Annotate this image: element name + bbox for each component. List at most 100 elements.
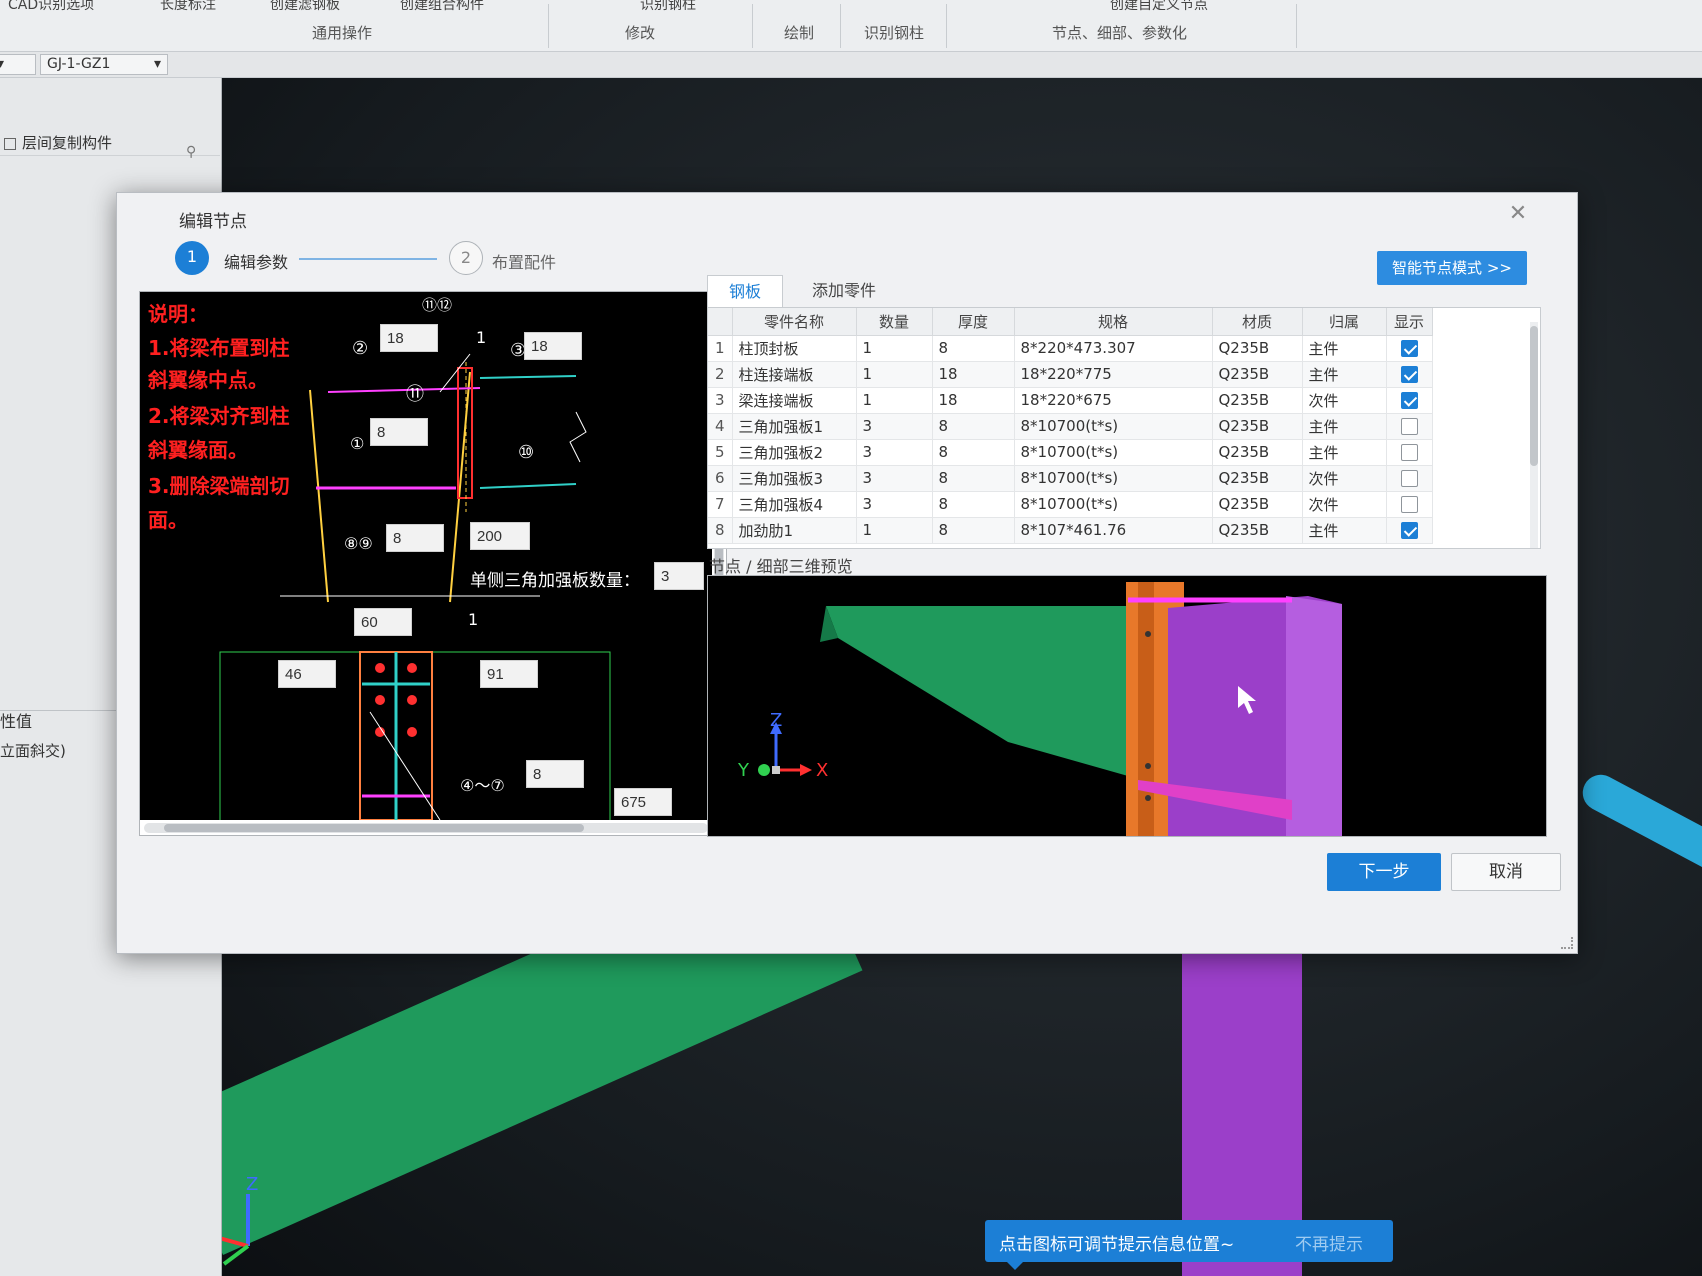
table-row[interactable]: 5 三角加强板2 3 8 8*10700(t*s) Q235B 主件 [708,439,1433,466]
part-name-cell[interactable]: 三角加强板3 [732,465,857,492]
part-name-cell[interactable]: 柱连接端板 [732,361,857,388]
param-input-top-right[interactable] [524,332,582,360]
node-3d-preview[interactable]: Z X Y [707,575,1547,837]
spec-cell[interactable]: 18*220*675 [1014,387,1213,414]
col-header-thickness[interactable]: 厚度 [932,308,1015,336]
thickness-cell[interactable]: 8 [932,465,1015,492]
material-cell[interactable]: Q235B [1212,361,1303,388]
table-row[interactable]: 3 梁连接端板 1 18 18*220*675 Q235B 次件 [708,387,1433,414]
belong-cell[interactable]: 次件 [1302,387,1387,414]
col-header-qty[interactable]: 数量 [856,308,933,336]
hint-dismiss-link[interactable]: 不再提示 [1295,1230,1363,1255]
table-row[interactable]: 4 三角加强板1 3 8 8*10700(t*s) Q235B 主件 [708,413,1433,440]
spec-cell[interactable]: 8*220*473.307 [1014,335,1213,362]
show-checkbox[interactable] [1400,522,1418,539]
component-dropdown[interactable]: GJ-1-GZ1 ▾ [40,54,168,75]
spec-cell[interactable]: 8*107*461.76 [1014,517,1213,544]
material-cell[interactable]: Q235B [1212,517,1303,544]
material-cell[interactable]: Q235B [1212,465,1303,492]
table-row[interactable]: 7 三角加强板4 3 8 8*10700(t*s) Q235B 次件 [708,491,1433,518]
param-input-bottom-8[interactable] [526,760,584,788]
quantity-cell[interactable]: 3 [856,439,933,466]
thickness-cell[interactable]: 8 [932,517,1015,544]
show-checkbox[interactable] [1400,444,1418,461]
ribbon-item-custom-node[interactable]: 创建自定义节点 [1110,0,1208,14]
param-input-91[interactable] [480,660,538,688]
next-step-button[interactable]: 下一步 [1327,853,1441,891]
table-vertical-scrollbar[interactable] [1530,322,1538,548]
scrollbar-thumb[interactable] [1530,326,1538,466]
thickness-cell[interactable]: 8 [932,439,1015,466]
part-name-cell[interactable]: 三角加强板1 [732,413,857,440]
part-name-cell[interactable]: 三角加强板4 [732,491,857,518]
table-row[interactable]: 1 柱顶封板 1 8 8*220*473.307 Q235B 主件 [708,335,1433,362]
thickness-cell[interactable]: 8 [932,413,1015,440]
hint-bubble[interactable]: 点击图标可调节提示信息位置~ 不再提示 [985,1220,1393,1270]
quantity-cell[interactable]: 1 [856,361,933,388]
thickness-cell[interactable]: 8 [932,491,1015,518]
belong-cell[interactable]: 主件 [1302,439,1387,466]
col-header-belong[interactable]: 归属 [1302,308,1387,336]
material-cell[interactable]: Q235B [1212,335,1303,362]
ribbon-item-cad-options[interactable]: CAD识别选项 [8,0,94,14]
param-input-46[interactable] [278,660,336,688]
belong-cell[interactable]: 主件 [1302,413,1387,440]
belong-cell[interactable]: 主件 [1302,517,1387,544]
tab-steel-plate[interactable]: 钢板 [707,275,783,307]
quantity-cell[interactable]: 1 [856,335,933,362]
show-checkbox[interactable] [1400,366,1418,383]
col-header-show[interactable]: 显示 [1386,308,1433,336]
param-input-675[interactable] [614,788,672,816]
col-header-material[interactable]: 材质 [1212,308,1303,336]
quantity-cell[interactable]: 3 [856,413,933,440]
ribbon-item-create-plate[interactable]: 创建滤钢板 [270,0,340,14]
resize-grip-icon[interactable] [1561,937,1573,949]
scrollbar-thumb[interactable] [164,824,584,832]
show-checkbox[interactable] [1400,392,1418,409]
param-input-200[interactable] [470,522,530,550]
thickness-cell[interactable]: 8 [932,335,1015,362]
ribbon-item-length-dim[interactable]: 长度标注 [160,0,216,14]
thickness-cell[interactable]: 18 [932,387,1015,414]
material-cell[interactable]: Q235B [1212,413,1303,440]
belong-cell[interactable]: 次件 [1302,491,1387,518]
param-input-lower[interactable] [386,524,444,552]
close-icon[interactable]: ✕ [1505,201,1531,227]
material-cell[interactable]: Q235B [1212,387,1303,414]
thickness-cell[interactable]: 18 [932,361,1015,388]
search-icon[interactable]: ⚲ [186,144,206,160]
table-row[interactable]: 2 柱连接端板 1 18 18*220*775 Q235B 主件 [708,361,1433,388]
spec-cell[interactable]: 8*10700(t*s) [1014,439,1213,466]
ribbon-item-create-group[interactable]: 创建组合构件 [400,0,484,14]
col-header-spec[interactable]: 规格 [1014,308,1213,336]
material-cell[interactable]: Q235B [1212,491,1303,518]
material-cell[interactable]: Q235B [1212,439,1303,466]
quantity-cell[interactable]: 3 [856,491,933,518]
param-input-60[interactable] [354,608,412,636]
quantity-cell[interactable]: 3 [856,465,933,492]
spec-cell[interactable]: 8*10700(t*s) [1014,491,1213,518]
tri-count-input[interactable] [654,562,704,590]
show-checkbox[interactable] [1400,340,1418,357]
quantity-cell[interactable]: 1 [856,387,933,414]
cancel-button[interactable]: 取消 [1451,853,1561,891]
table-row[interactable]: 8 加劲肋1 1 8 8*107*461.76 Q235B 主件 [708,517,1433,544]
param-input-mid[interactable] [370,418,428,446]
show-checkbox[interactable] [1400,470,1418,487]
spec-cell[interactable]: 8*10700(t*s) [1014,465,1213,492]
quantity-cell[interactable]: 1 [856,517,933,544]
show-checkbox[interactable] [1400,418,1418,435]
spec-cell[interactable]: 18*220*775 [1014,361,1213,388]
belong-cell[interactable]: 主件 [1302,361,1387,388]
part-name-cell[interactable]: 加劲肋1 [732,517,857,544]
belong-cell[interactable]: 主件 [1302,335,1387,362]
col-header-name[interactable]: 零件名称 [732,308,857,336]
floor-dropdown[interactable]: ▾ [0,54,36,75]
part-name-cell[interactable]: 三角加强板2 [732,439,857,466]
show-checkbox[interactable] [1400,496,1418,513]
belong-cell[interactable]: 次件 [1302,465,1387,492]
tab-add-parts[interactable]: 添加零件 [789,275,899,307]
param-input-top-left[interactable] [380,324,438,352]
table-row[interactable]: 6 三角加强板3 3 8 8*10700(t*s) Q235B 次件 [708,465,1433,492]
part-name-cell[interactable]: 梁连接端板 [732,387,857,414]
